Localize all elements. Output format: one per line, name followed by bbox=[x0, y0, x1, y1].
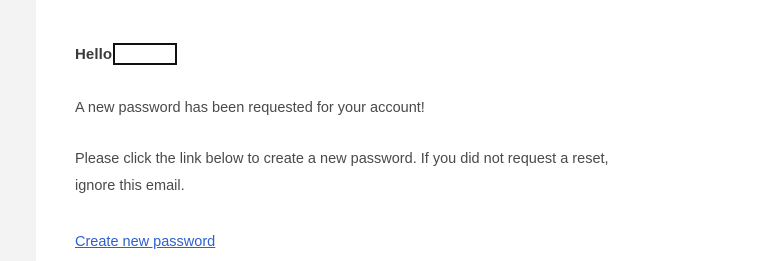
email-viewport: Hello A new password has been requested … bbox=[0, 0, 781, 261]
greeting-label: Hello bbox=[75, 45, 113, 63]
left-gutter bbox=[0, 0, 36, 261]
email-body: Hello A new password has been requested … bbox=[36, 0, 781, 261]
request-message: A new password has been requested for yo… bbox=[75, 100, 425, 116]
greeting: Hello bbox=[75, 41, 178, 67]
instruction-line-1: Please click the link below to create a … bbox=[75, 151, 609, 167]
instruction-line-2: ignore this email. bbox=[75, 178, 185, 194]
name-redaction-box bbox=[113, 43, 178, 65]
create-new-password-link[interactable]: Create new password bbox=[75, 231, 215, 253]
